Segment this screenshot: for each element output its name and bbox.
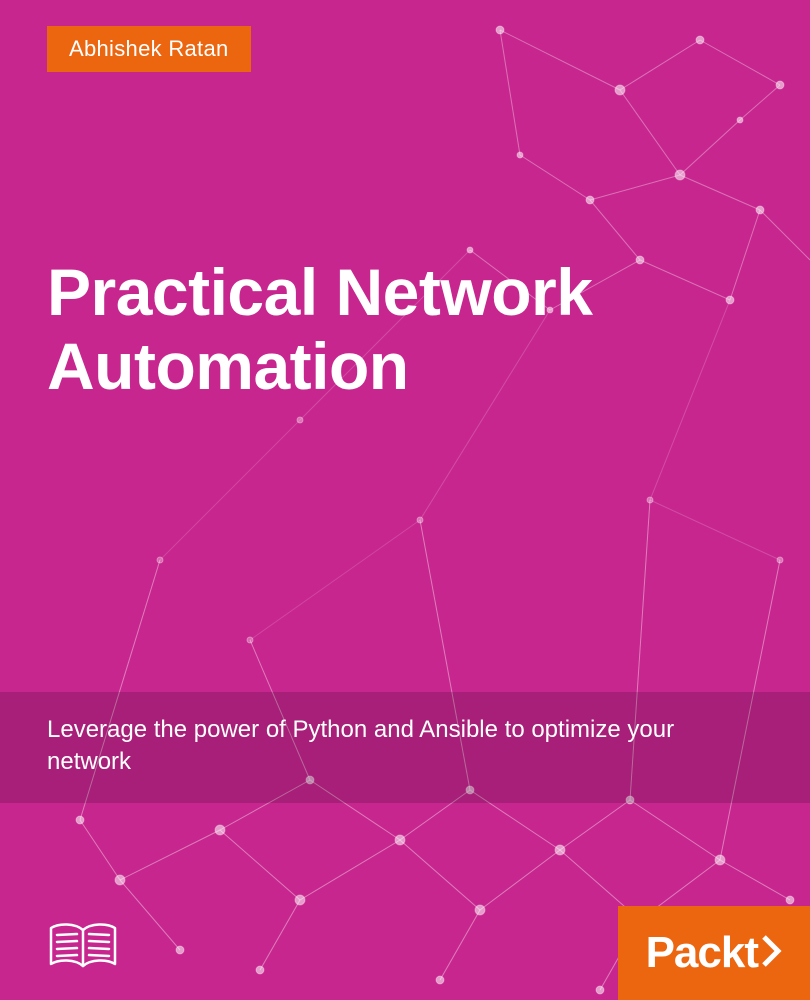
book-icon: [47, 920, 119, 972]
subtitle-text: Leverage the power of Python and Ansible…: [47, 714, 727, 779]
publisher-name: Packt: [646, 928, 758, 978]
publisher-badge: Packt: [618, 906, 810, 1000]
book-title: Practical Network Automation: [47, 256, 770, 404]
chevron-right-icon: [760, 935, 782, 972]
author-tag: Abhishek Ratan: [47, 26, 251, 72]
author-name: Abhishek Ratan: [69, 36, 229, 61]
subtitle-band: Leverage the power of Python and Ansible…: [0, 692, 810, 803]
network-graph-icon: [0, 0, 810, 1000]
